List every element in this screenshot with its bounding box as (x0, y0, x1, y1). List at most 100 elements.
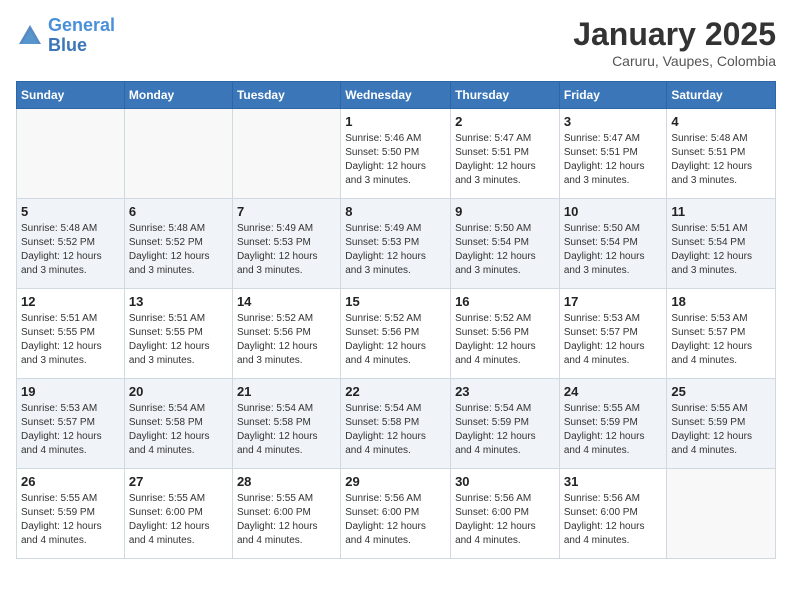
logo-line1: General (48, 15, 115, 35)
day-info: Sunrise: 5:54 AM Sunset: 5:58 PM Dayligh… (237, 402, 336, 458)
day-number: 9 (455, 204, 555, 219)
day-info: Sunrise: 5:55 AM Sunset: 5:59 PM Dayligh… (564, 402, 663, 458)
day-number: 18 (671, 294, 771, 309)
day-info: Sunrise: 5:47 AM Sunset: 5:51 PM Dayligh… (455, 132, 555, 188)
column-header-saturday: Saturday (667, 82, 776, 109)
calendar-cell: 27 Sunrise: 5:55 AM Sunset: 6:00 PM Dayli… (124, 469, 232, 559)
logo-text: General Blue (48, 16, 115, 56)
day-info: Sunrise: 5:51 AM Sunset: 5:55 PM Dayligh… (21, 312, 120, 368)
day-number: 27 (129, 474, 228, 489)
calendar-week-row: 12 Sunrise: 5:51 AM Sunset: 5:55 PM Dayli… (17, 289, 776, 379)
day-number: 26 (21, 474, 120, 489)
day-info: Sunrise: 5:53 AM Sunset: 5:57 PM Dayligh… (564, 312, 663, 368)
day-number: 3 (564, 114, 663, 129)
day-info: Sunrise: 5:51 AM Sunset: 5:54 PM Dayligh… (671, 222, 771, 278)
day-number: 8 (345, 204, 446, 219)
title-area: January 2025 Caruru, Vaupes, Colombia (573, 16, 776, 69)
calendar-cell: 25 Sunrise: 5:55 AM Sunset: 5:59 PM Dayli… (667, 379, 776, 469)
calendar-cell: 22 Sunrise: 5:54 AM Sunset: 5:58 PM Dayli… (341, 379, 451, 469)
day-info: Sunrise: 5:56 AM Sunset: 6:00 PM Dayligh… (455, 492, 555, 548)
day-info: Sunrise: 5:56 AM Sunset: 6:00 PM Dayligh… (345, 492, 446, 548)
day-info: Sunrise: 5:47 AM Sunset: 5:51 PM Dayligh… (564, 132, 663, 188)
day-number: 15 (345, 294, 446, 309)
calendar-cell: 20Sunrise: 5:54 AM Sunset: 5:58 PM Dayli… (124, 379, 232, 469)
month-title: January 2025 (573, 16, 776, 53)
day-info: Sunrise: 5:53 AM Sunset: 5:57 PM Dayligh… (21, 402, 120, 458)
calendar-cell: 18 Sunrise: 5:53 AM Sunset: 5:57 PM Dayli… (667, 289, 776, 379)
calendar-week-row: 19 Sunrise: 5:53 AM Sunset: 5:57 PM Dayli… (17, 379, 776, 469)
calendar-header-row: SundayMondayTuesdayWednesdayThursdayFrid… (17, 82, 776, 109)
calendar-cell: 29 Sunrise: 5:56 AM Sunset: 6:00 PM Dayli… (341, 469, 451, 559)
calendar-cell: 7Sunrise: 5:49 AM Sunset: 5:53 PM Daylig… (232, 199, 340, 289)
calendar-cell (124, 109, 232, 199)
day-number: 24 (564, 384, 663, 399)
day-number: 5 (21, 204, 120, 219)
calendar-cell (667, 469, 776, 559)
day-number: 19 (21, 384, 120, 399)
day-info: Sunrise: 5:53 AM Sunset: 5:57 PM Dayligh… (671, 312, 771, 368)
column-header-friday: Friday (559, 82, 667, 109)
calendar-cell: 21 Sunrise: 5:54 AM Sunset: 5:58 PM Dayli… (232, 379, 340, 469)
day-info: Sunrise: 5:55 AM Sunset: 6:00 PM Dayligh… (129, 492, 228, 548)
day-number: 25 (671, 384, 771, 399)
day-number: 12 (21, 294, 120, 309)
day-info: Sunrise: 5:52 AM Sunset: 5:56 PM Dayligh… (345, 312, 446, 368)
logo-icon (16, 22, 44, 50)
day-number: 21 (237, 384, 336, 399)
calendar-cell: 13 Sunrise: 5:51 AM Sunset: 5:55 PM Dayli… (124, 289, 232, 379)
column-header-thursday: Thursday (451, 82, 560, 109)
calendar-cell: 4 Sunrise: 5:48 AM Sunset: 5:51 PM Daylig… (667, 109, 776, 199)
day-number: 4 (671, 114, 771, 129)
day-info: Sunrise: 5:46 AM Sunset: 5:50 PM Dayligh… (345, 132, 446, 188)
day-number: 20 (129, 384, 228, 399)
day-number: 1 (345, 114, 446, 129)
day-number: 2 (455, 114, 555, 129)
calendar-cell (17, 109, 125, 199)
logo-line2: Blue (48, 35, 87, 55)
calendar-cell (232, 109, 340, 199)
day-number: 7 (237, 204, 336, 219)
day-number: 30 (455, 474, 555, 489)
day-info: Sunrise: 5:48 AM Sunset: 5:51 PM Dayligh… (671, 132, 771, 188)
day-info: Sunrise: 5:48 AM Sunset: 5:52 PM Dayligh… (129, 222, 228, 278)
calendar-cell: 15 Sunrise: 5:52 AM Sunset: 5:56 PM Dayli… (341, 289, 451, 379)
calendar-cell: 8 Sunrise: 5:49 AM Sunset: 5:53 PM Daylig… (341, 199, 451, 289)
day-info: Sunrise: 5:52 AM Sunset: 5:56 PM Dayligh… (455, 312, 555, 368)
calendar-cell: 3 Sunrise: 5:47 AM Sunset: 5:51 PM Daylig… (559, 109, 667, 199)
day-number: 23 (455, 384, 555, 399)
calendar-cell: 28 Sunrise: 5:55 AM Sunset: 6:00 PM Dayli… (232, 469, 340, 559)
day-info: Sunrise: 5:51 AM Sunset: 5:55 PM Dayligh… (129, 312, 228, 368)
page-header: General Blue January 2025 Caruru, Vaupes… (16, 16, 776, 69)
day-number: 11 (671, 204, 771, 219)
calendar-cell: 30 Sunrise: 5:56 AM Sunset: 6:00 PM Dayli… (451, 469, 560, 559)
day-info: Sunrise: 5:54 AM Sunset: 5:59 PM Dayligh… (455, 402, 555, 458)
day-number: 16 (455, 294, 555, 309)
day-number: 10 (564, 204, 663, 219)
logo: General Blue (16, 16, 115, 56)
calendar-cell: 31Sunrise: 5:56 AM Sunset: 6:00 PM Dayli… (559, 469, 667, 559)
day-info: Sunrise: 5:52 AM Sunset: 5:56 PM Dayligh… (237, 312, 336, 368)
day-number: 28 (237, 474, 336, 489)
calendar-cell: 9Sunrise: 5:50 AM Sunset: 5:54 PM Daylig… (451, 199, 560, 289)
day-info: Sunrise: 5:54 AM Sunset: 5:58 PM Dayligh… (345, 402, 446, 458)
calendar-cell: 5 Sunrise: 5:48 AM Sunset: 5:52 PM Daylig… (17, 199, 125, 289)
calendar-week-row: 5 Sunrise: 5:48 AM Sunset: 5:52 PM Daylig… (17, 199, 776, 289)
day-info: Sunrise: 5:55 AM Sunset: 5:59 PM Dayligh… (671, 402, 771, 458)
column-header-monday: Monday (124, 82, 232, 109)
day-info: Sunrise: 5:55 AM Sunset: 6:00 PM Dayligh… (237, 492, 336, 548)
calendar-cell: 19 Sunrise: 5:53 AM Sunset: 5:57 PM Dayli… (17, 379, 125, 469)
day-number: 29 (345, 474, 446, 489)
calendar-cell: 10 Sunrise: 5:50 AM Sunset: 5:54 PM Dayli… (559, 199, 667, 289)
column-header-sunday: Sunday (17, 82, 125, 109)
day-info: Sunrise: 5:50 AM Sunset: 5:54 PM Dayligh… (564, 222, 663, 278)
calendar-cell: 6Sunrise: 5:48 AM Sunset: 5:52 PM Daylig… (124, 199, 232, 289)
calendar-week-row: 26Sunrise: 5:55 AM Sunset: 5:59 PM Dayli… (17, 469, 776, 559)
column-header-wednesday: Wednesday (341, 82, 451, 109)
calendar-cell: 12 Sunrise: 5:51 AM Sunset: 5:55 PM Dayli… (17, 289, 125, 379)
calendar-cell: 14Sunrise: 5:52 AM Sunset: 5:56 PM Dayli… (232, 289, 340, 379)
day-number: 22 (345, 384, 446, 399)
calendar-cell: 23 Sunrise: 5:54 AM Sunset: 5:59 PM Dayli… (451, 379, 560, 469)
day-number: 13 (129, 294, 228, 309)
day-info: Sunrise: 5:49 AM Sunset: 5:53 PM Dayligh… (345, 222, 446, 278)
day-info: Sunrise: 5:48 AM Sunset: 5:52 PM Dayligh… (21, 222, 120, 278)
